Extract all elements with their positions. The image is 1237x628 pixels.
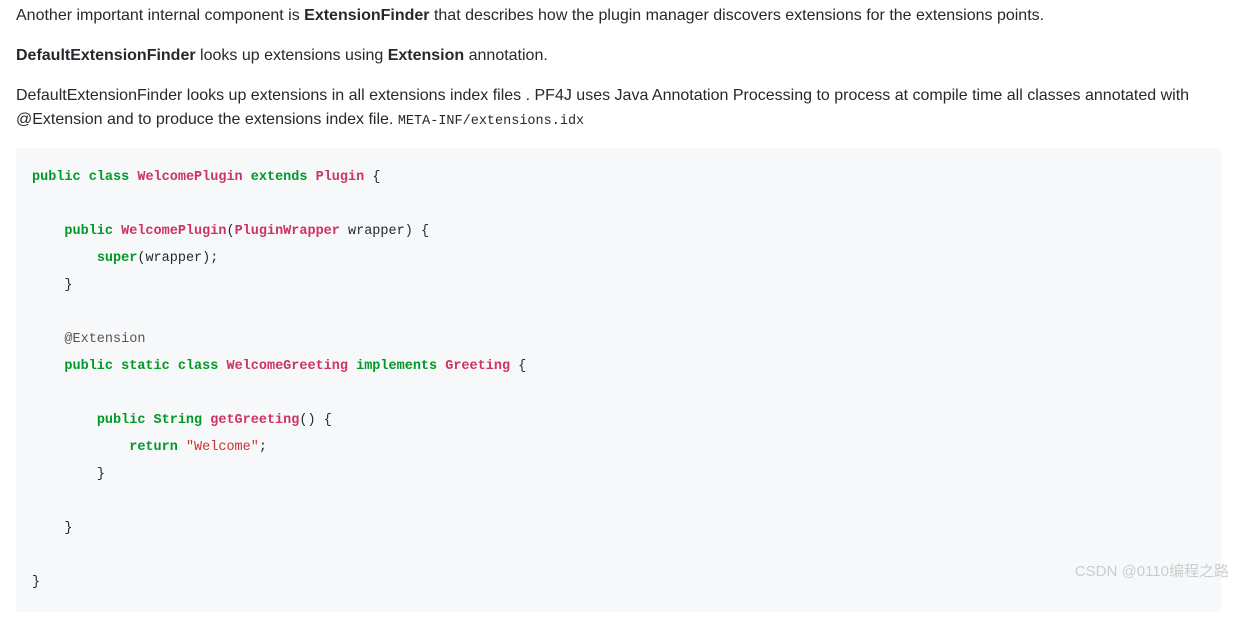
paragraph-1: Another important internal component is … [16,4,1221,28]
punct: ) [405,224,413,239]
punct: ( [226,224,234,239]
punct: } [97,467,105,482]
keyword: class [89,170,130,185]
keyword: public [97,413,146,428]
keyword: implements [356,359,437,374]
punct: ) [307,413,315,428]
annotation: @Extension [64,332,145,347]
string: "Welcome" [186,440,259,455]
keyword: class [178,359,219,374]
type: String [154,413,203,428]
paragraph-2: DefaultExtensionFinder looks up extensio… [16,44,1221,68]
punct: ; [210,251,218,266]
classname: WelcomePlugin [137,170,242,185]
method: getGreeting [210,413,299,428]
keyword: super [97,251,138,266]
text: that describes how the plugin manager di… [430,7,1045,24]
classname: WelcomeGreeting [226,359,348,374]
code-block: public class WelcomePlugin extends Plugi… [16,148,1221,612]
keyword: public [64,224,113,239]
keyword: public [32,170,81,185]
classname: Greeting [445,359,510,374]
keyword: return [129,440,178,455]
punct: { [421,224,429,239]
keyword: public [64,359,113,374]
punct: ; [259,440,267,455]
classname: Plugin [316,170,365,185]
keyword: extends [251,170,308,185]
punct: { [372,170,380,185]
text: looks up extensions using [196,47,388,64]
bold-extension: Extension [388,47,464,64]
punct: { [324,413,332,428]
punct: } [64,278,72,293]
ident: wrapper [145,251,202,266]
text: annotation. [464,47,548,64]
text: DefaultExtensionFinder looks up extensio… [16,87,1189,128]
punct: } [32,575,40,590]
bold-defaultextensionfinder: DefaultExtensionFinder [16,47,196,64]
paragraph-3: DefaultExtensionFinder looks up extensio… [16,84,1221,132]
punct: { [518,359,526,374]
inline-code-meta-inf: META-INF/extensions.idx [398,114,584,129]
bold-extensionfinder: ExtensionFinder [304,7,429,24]
param: wrapper [348,224,405,239]
keyword: static [121,359,170,374]
type: PluginWrapper [235,224,340,239]
punct: } [64,521,72,536]
constructor: WelcomePlugin [121,224,226,239]
text: Another important internal component is [16,7,304,24]
